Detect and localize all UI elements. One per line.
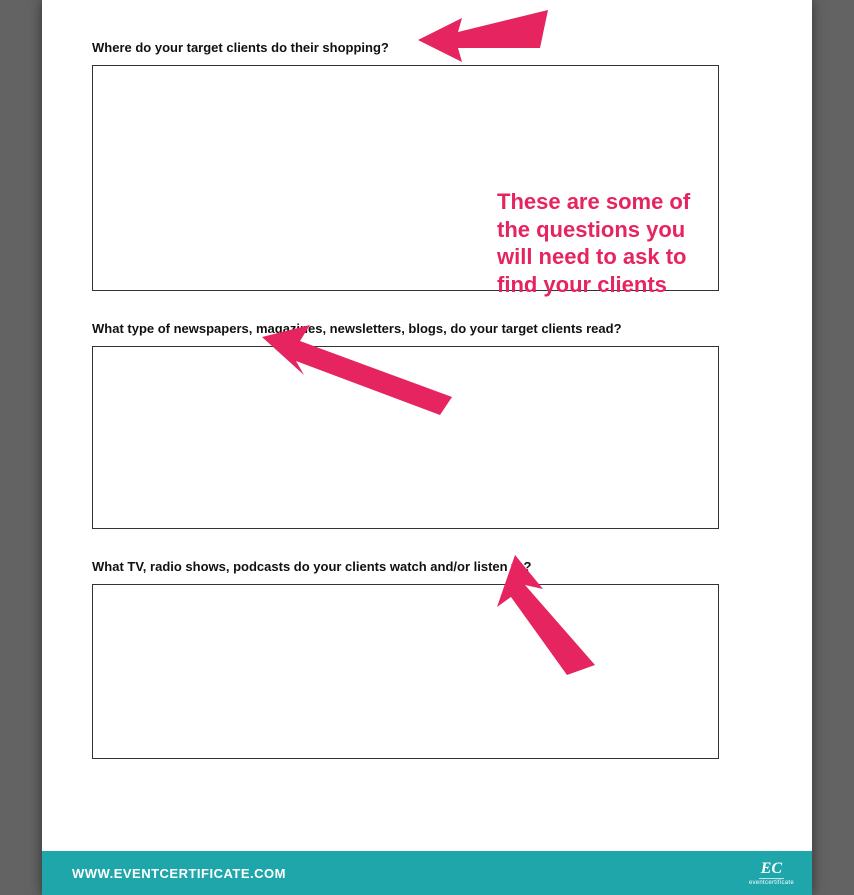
question-label: Where do your target clients do their sh…	[92, 40, 762, 55]
page-content: Where do your target clients do their sh…	[42, 0, 812, 851]
footer-url: WWW.EVENTCERTIFICATE.COM	[72, 866, 286, 881]
answer-box[interactable]	[92, 346, 719, 529]
footer-logo-main: EC	[759, 861, 784, 879]
question-block-1: Where do your target clients do their sh…	[92, 40, 762, 291]
footer-logo-sub: eventcertificate	[749, 880, 794, 886]
footer-logo: EC eventcertificate	[749, 861, 794, 886]
question-label: What TV, radio shows, podcasts do your c…	[92, 559, 762, 574]
question-block-2: What type of newspapers, magazines, news…	[92, 321, 762, 529]
document-page: Where do your target clients do their sh…	[42, 0, 812, 895]
question-block-3: What TV, radio shows, podcasts do your c…	[92, 559, 762, 759]
question-label: What type of newspapers, magazines, news…	[92, 321, 762, 336]
answer-box[interactable]	[92, 584, 719, 759]
answer-box[interactable]	[92, 65, 719, 291]
page-footer: WWW.EVENTCERTIFICATE.COM EC eventcertifi…	[42, 851, 812, 895]
